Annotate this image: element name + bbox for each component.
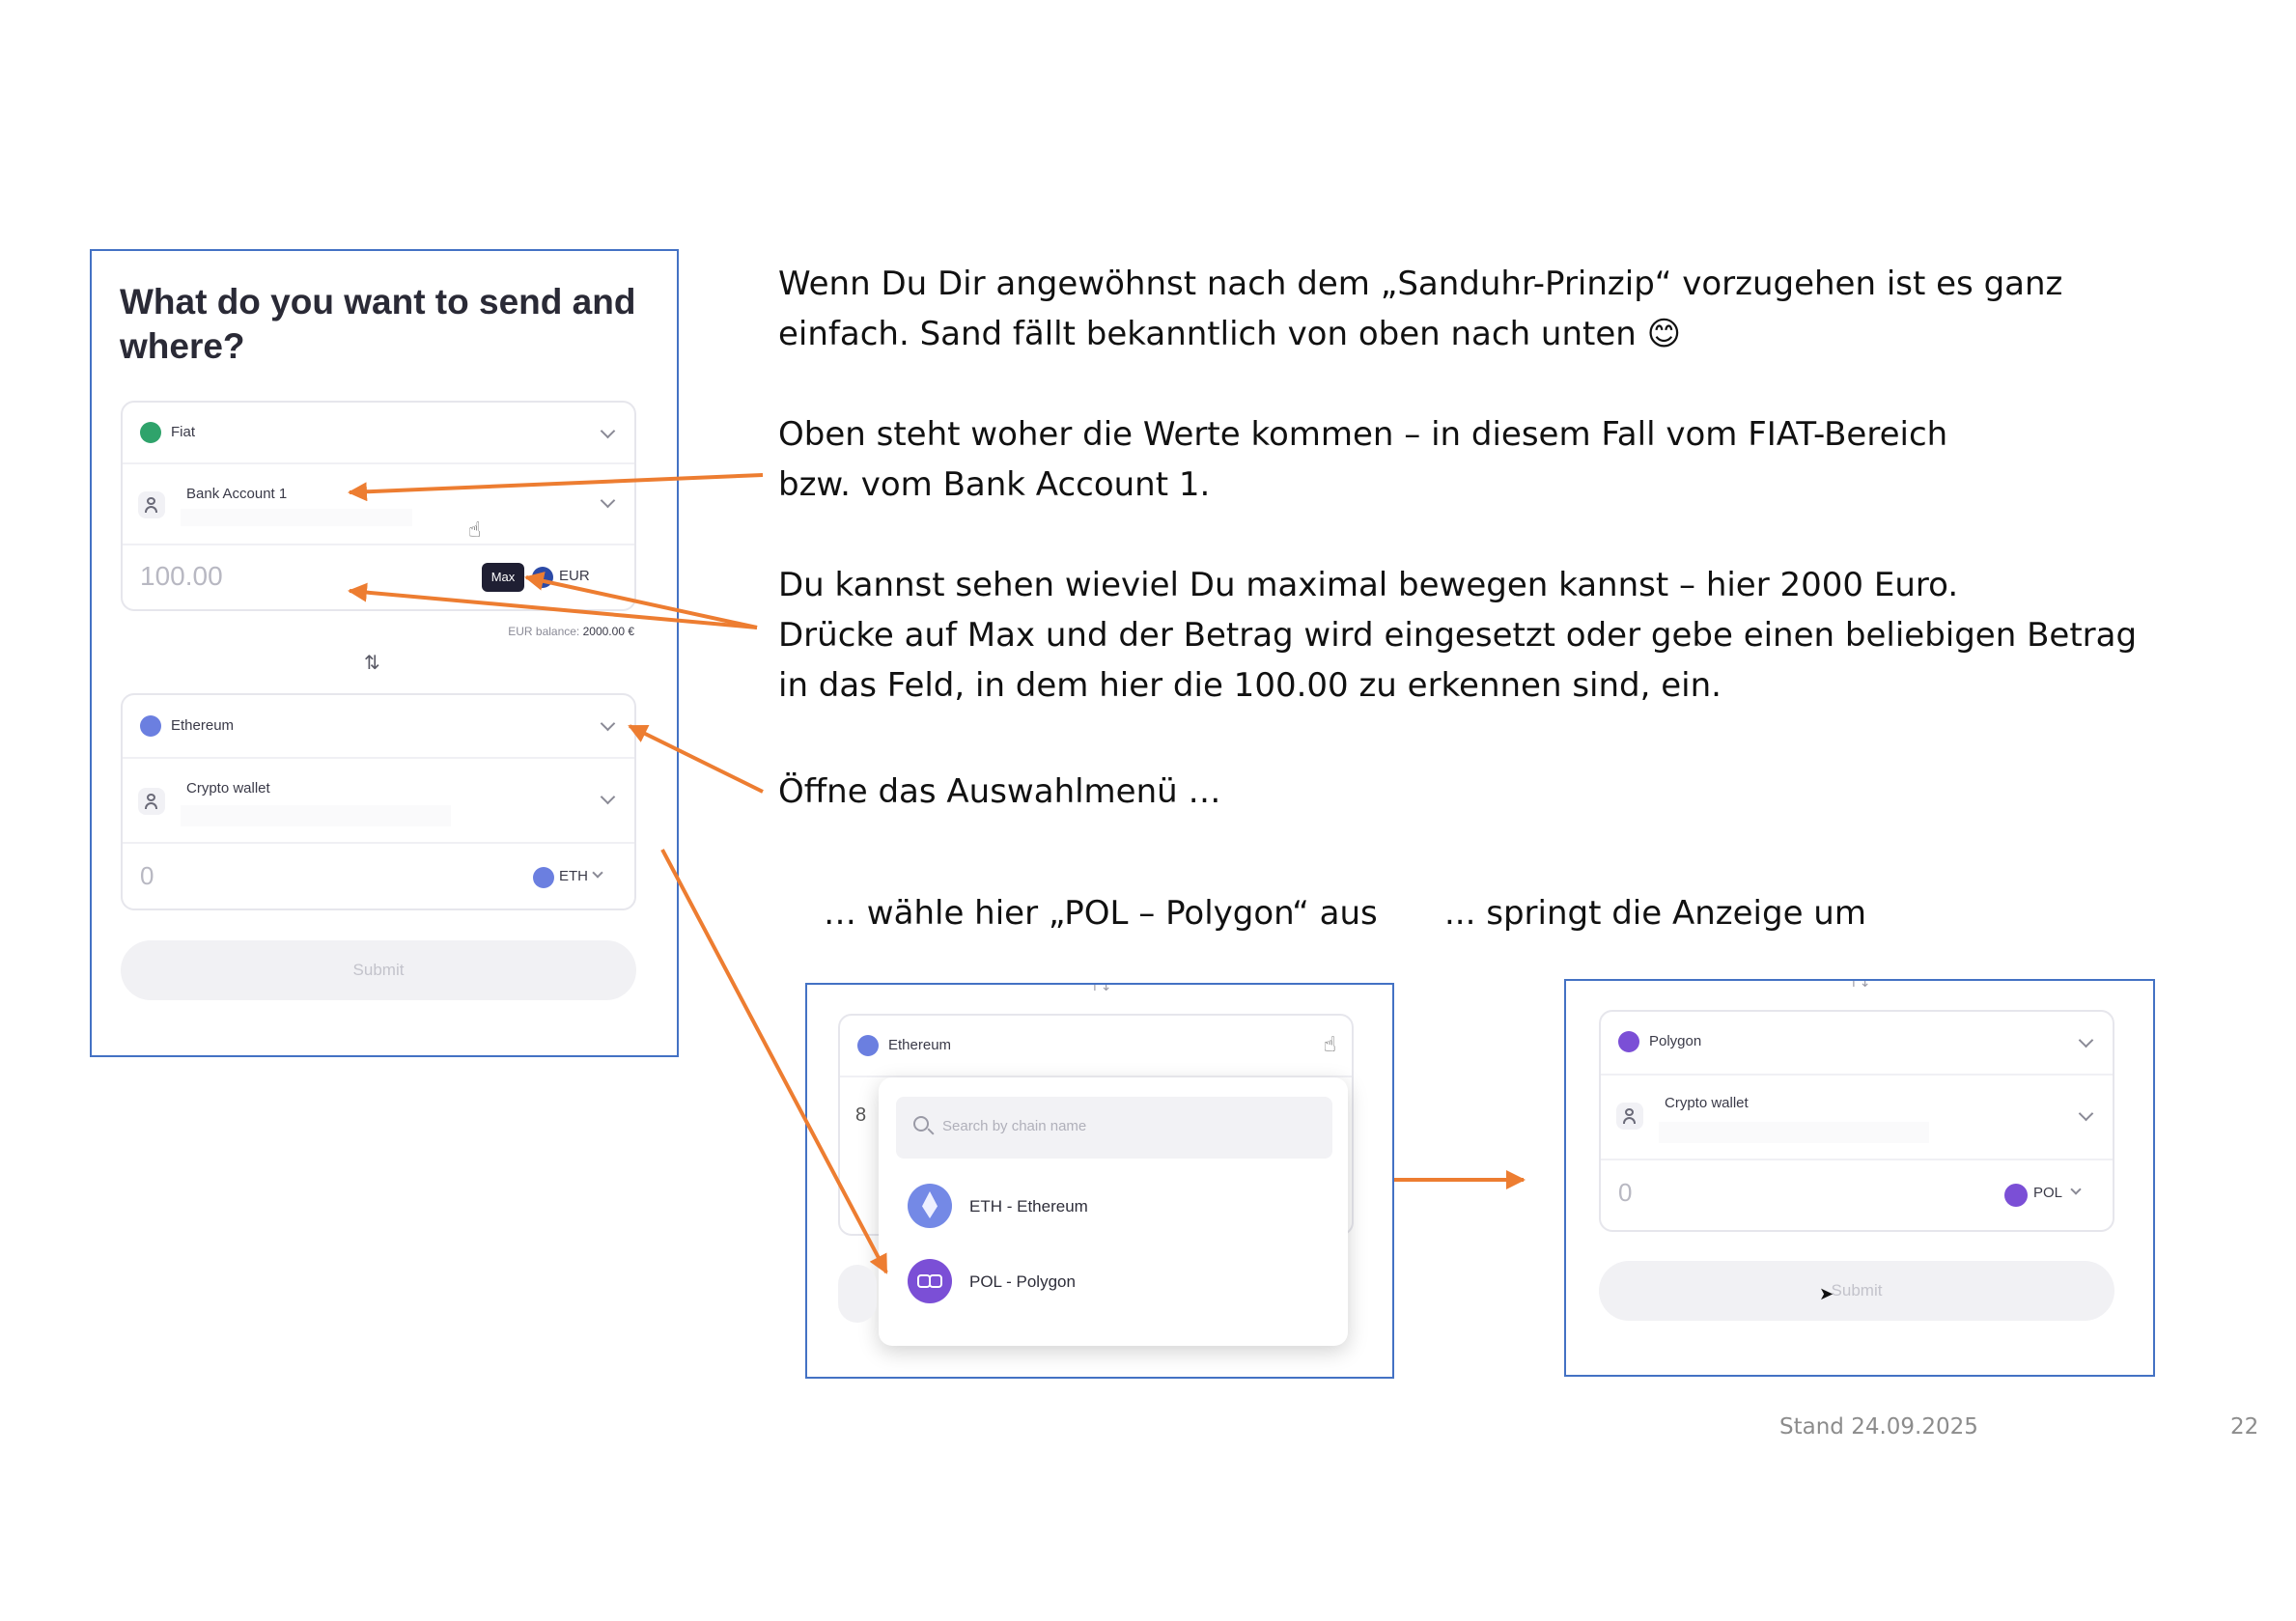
balance-value: 2000.00 € [582,625,634,638]
footer-date: Stand 24.09.2025 [1779,1414,1978,1439]
to-account-select[interactable]: Crypto wallet [123,759,634,842]
paragraph-1-line1: Wenn Du Dir angewöhnst nach dem „Sanduhr… [778,265,2063,303]
swap-icon[interactable]: ⇅ [364,651,380,674]
paragraph-3-line3: in das Feld, in dem hier die 100.00 zu e… [778,666,1722,705]
option-eth-label: ETH - Ethereum [969,1197,1088,1216]
network-label: Ethereum [888,1037,952,1053]
from-account-select[interactable]: Bank Account 1 ☝ [123,464,634,544]
chain-dropdown-screenshot: ↑↓ Ethereum ☝ 8 Search by chain name ETH… [805,983,1394,1379]
paragraph-1-line2: einfach. Sand fällt bekanntlich von oben… [778,315,1682,353]
from-account-label: Bank Account 1 [186,486,288,502]
hand-cursor-icon: ☝ [468,518,482,543]
to-network-label: Ethereum [171,717,235,734]
amount-row: 0 POL [1601,1160,2113,1226]
option-eth[interactable]: ETH - Ethereum [879,1174,1348,1238]
page-number: 22 [2230,1414,2259,1439]
user-icon [138,491,165,518]
chevron-down-icon [2078,1105,2094,1122]
polygon-icon [1618,1031,1639,1052]
to-card: Polygon Crypto wallet 0 POL [1599,1010,2114,1232]
from-card: Fiat Bank Account 1 ☝ 100.00 Max EUR [121,401,636,611]
network-select[interactable]: Ethereum ☝ [840,1016,1352,1076]
paragraph-2-line1: Oben steht woher die Werte kommen – in d… [778,415,1948,454]
account-label: Crypto wallet [1665,1095,1749,1111]
from-amount-input[interactable]: 100.00 [140,561,223,592]
chevron-down-icon [600,715,616,732]
chevron-down-icon [2078,1032,2094,1048]
search-placeholder: Search by chain name [942,1118,1087,1134]
to-account-label: Crypto wallet [186,780,270,797]
send-form-screenshot: What do you want to send and where? Fiat… [90,249,679,1057]
polygon-result-screenshot: ↑↓ Polygon Crypto wallet 0 POL Submit ➤ [1564,979,2155,1377]
ethereum-icon [533,867,554,888]
ethereum-icon [908,1184,952,1228]
chevron-down-icon [600,423,616,439]
option-pol-label: POL - Polygon [969,1272,1076,1291]
paragraph-3-line1: Du kannst sehen wieviel Du maximal beweg… [778,566,1959,604]
submit-label: Submit [1831,1281,1883,1300]
network-label: Polygon [1649,1033,1702,1049]
form-title-line2: where? [120,326,245,366]
from-currency-label[interactable]: EUR [559,568,590,584]
ethereum-icon [857,1035,879,1056]
balance-label: EUR balance: [508,625,580,638]
account-select[interactable]: Crypto wallet [1601,1076,2113,1159]
balance-info: EUR balance: 2000.00 € [508,625,634,638]
to-amount-input[interactable]: 0 [140,861,154,891]
user-icon [1616,1103,1643,1130]
form-title: What do you want to send and where? [120,280,635,369]
from-network-label: Fiat [171,424,196,440]
chevron-down-icon [600,492,616,509]
to-card: Ethereum Crypto wallet 0 ETH [121,693,636,910]
chain-dropdown-menu: Search by chain name ETH - Ethereum POL … [879,1077,1348,1346]
to-currency-label[interactable]: ETH [559,868,588,884]
network-select[interactable]: Polygon [1601,1012,2113,1074]
paragraph-1: Wenn Du Dir angewöhnst nach dem „Sanduhr… [778,259,2062,359]
paragraph-4: Öffne das Auswahlmenü … [778,772,1221,811]
polygon-icon [2004,1184,2028,1207]
from-amount-row: 100.00 Max EUR [123,545,634,611]
hand-cursor-icon: ☝ [1323,1033,1336,1057]
euro-icon [532,567,553,588]
fiat-icon [140,422,161,443]
smile-emoji-icon: 😊 [1646,315,1682,353]
amount-input[interactable]: 0 [1618,1178,1632,1208]
chevron-down-icon [2070,1184,2082,1195]
paragraph-3-line2: Drücke auf Max und der Betrag wird einge… [778,616,2138,655]
polygon-icon [908,1259,952,1303]
mouse-cursor-icon: ➤ [1819,1284,1834,1304]
chevron-down-icon [600,789,616,805]
caption-left: … wähle hier „POL – Polygon“ aus [824,894,1378,933]
paragraph-3: Du kannst sehen wieviel Du maximal beweg… [778,560,2137,711]
currency-label[interactable]: POL [2033,1185,2062,1201]
paragraph-2-line2: bzw. vom Bank Account 1. [778,465,1211,504]
chain-search-input[interactable]: Search by chain name [896,1097,1332,1159]
submit-button[interactable]: Submit [1599,1261,2114,1321]
chevron-down-icon [592,867,603,879]
option-pol[interactable]: POL - Polygon [879,1249,1348,1313]
submit-button[interactable]: Submit [121,940,636,1000]
max-button[interactable]: Max [482,563,524,592]
to-amount-row: 0 ETH [123,844,634,909]
form-title-line1: What do you want to send and [120,282,636,321]
ethereum-icon [140,715,161,737]
paragraph-2: Oben steht woher die Werte kommen – in d… [778,409,1947,510]
user-icon [138,788,165,815]
from-network-select[interactable]: Fiat [123,403,634,462]
to-network-select[interactable]: Ethereum [123,695,634,757]
caption-right: ... springt die Anzeige um [1444,894,1866,933]
